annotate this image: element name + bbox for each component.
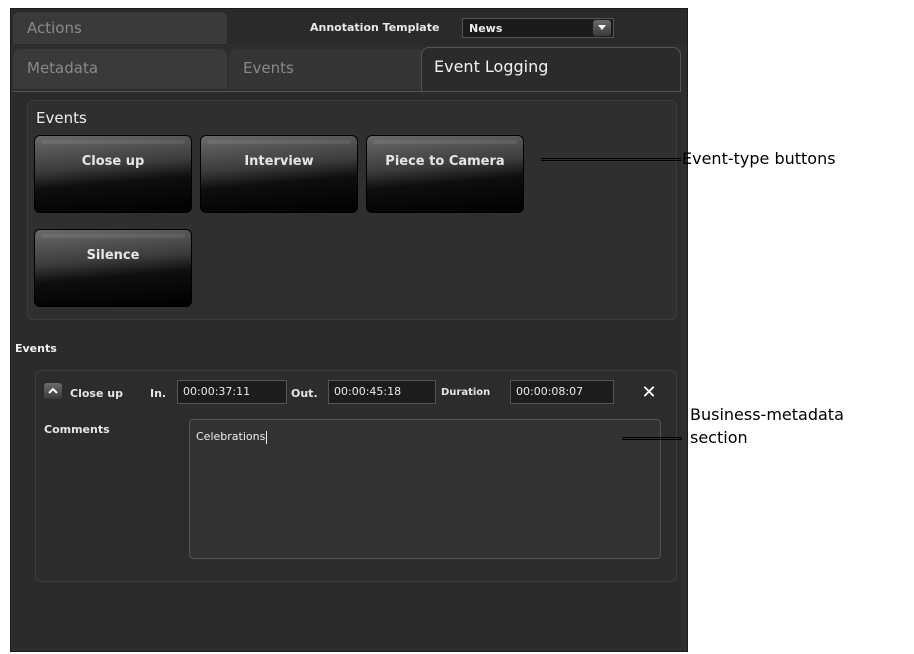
event-button-close-up[interactable]: Close up <box>34 135 192 213</box>
callout-business-line2: section <box>690 428 748 447</box>
callout-line-business <box>622 437 682 440</box>
comments-field[interactable]: Celebrations <box>189 419 661 559</box>
comments-label: Comments <box>44 423 110 436</box>
collapse-chevron-icon[interactable] <box>44 383 62 399</box>
in-label: In. <box>150 387 167 400</box>
duration-label: Duration <box>441 387 491 398</box>
logged-events-label: Events <box>15 342 57 355</box>
tab-content: Events Close up Interview Piece to Camer… <box>13 91 681 648</box>
callout-business-line1: Business-metadata <box>690 405 844 424</box>
event-types-group: Events Close up Interview Piece to Camer… <box>27 100 677 320</box>
event-button-silence[interactable]: Silence <box>34 229 192 307</box>
comments-value: Celebrations <box>196 430 266 443</box>
close-icon[interactable]: ✕ <box>640 382 658 403</box>
tab-event-logging[interactable]: Event Logging <box>421 47 681 91</box>
tab-bar: Metadata Events Event Logging <box>11 47 687 91</box>
out-timecode-field[interactable]: 00:00:45:18 <box>328 380 436 404</box>
event-header-row: Close up In. 00:00:37:11 Out. 00:00:45:1… <box>36 377 676 407</box>
event-logging-panel: Actions Annotation Template News Metadat… <box>10 8 688 652</box>
event-types-title: Events <box>36 109 87 127</box>
event-name: Close up <box>70 387 123 400</box>
annotation-template-label: Annotation Template <box>310 21 440 34</box>
callout-line-event-type <box>541 158 681 161</box>
text-caret <box>266 430 268 444</box>
callout-event-type-buttons: Event-type buttons <box>682 149 836 168</box>
out-label: Out. <box>291 387 318 400</box>
chevron-down-icon[interactable] <box>593 20 611 36</box>
event-button-piece-to-camera[interactable]: Piece to Camera <box>366 135 524 213</box>
tab-events[interactable]: Events <box>229 49 425 89</box>
tab-metadata[interactable]: Metadata <box>13 49 227 89</box>
logged-event: Close up In. 00:00:37:11 Out. 00:00:45:1… <box>35 370 677 582</box>
top-bar: Actions Annotation Template News <box>11 9 687 45</box>
event-button-interview[interactable]: Interview <box>200 135 358 213</box>
annotation-template-select[interactable]: News <box>462 18 614 38</box>
tab-actions[interactable]: Actions <box>13 12 227 44</box>
in-timecode-field[interactable]: 00:00:37:11 <box>177 380 287 404</box>
template-value: News <box>469 22 503 35</box>
duration-field[interactable]: 00:00:08:07 <box>510 380 614 404</box>
